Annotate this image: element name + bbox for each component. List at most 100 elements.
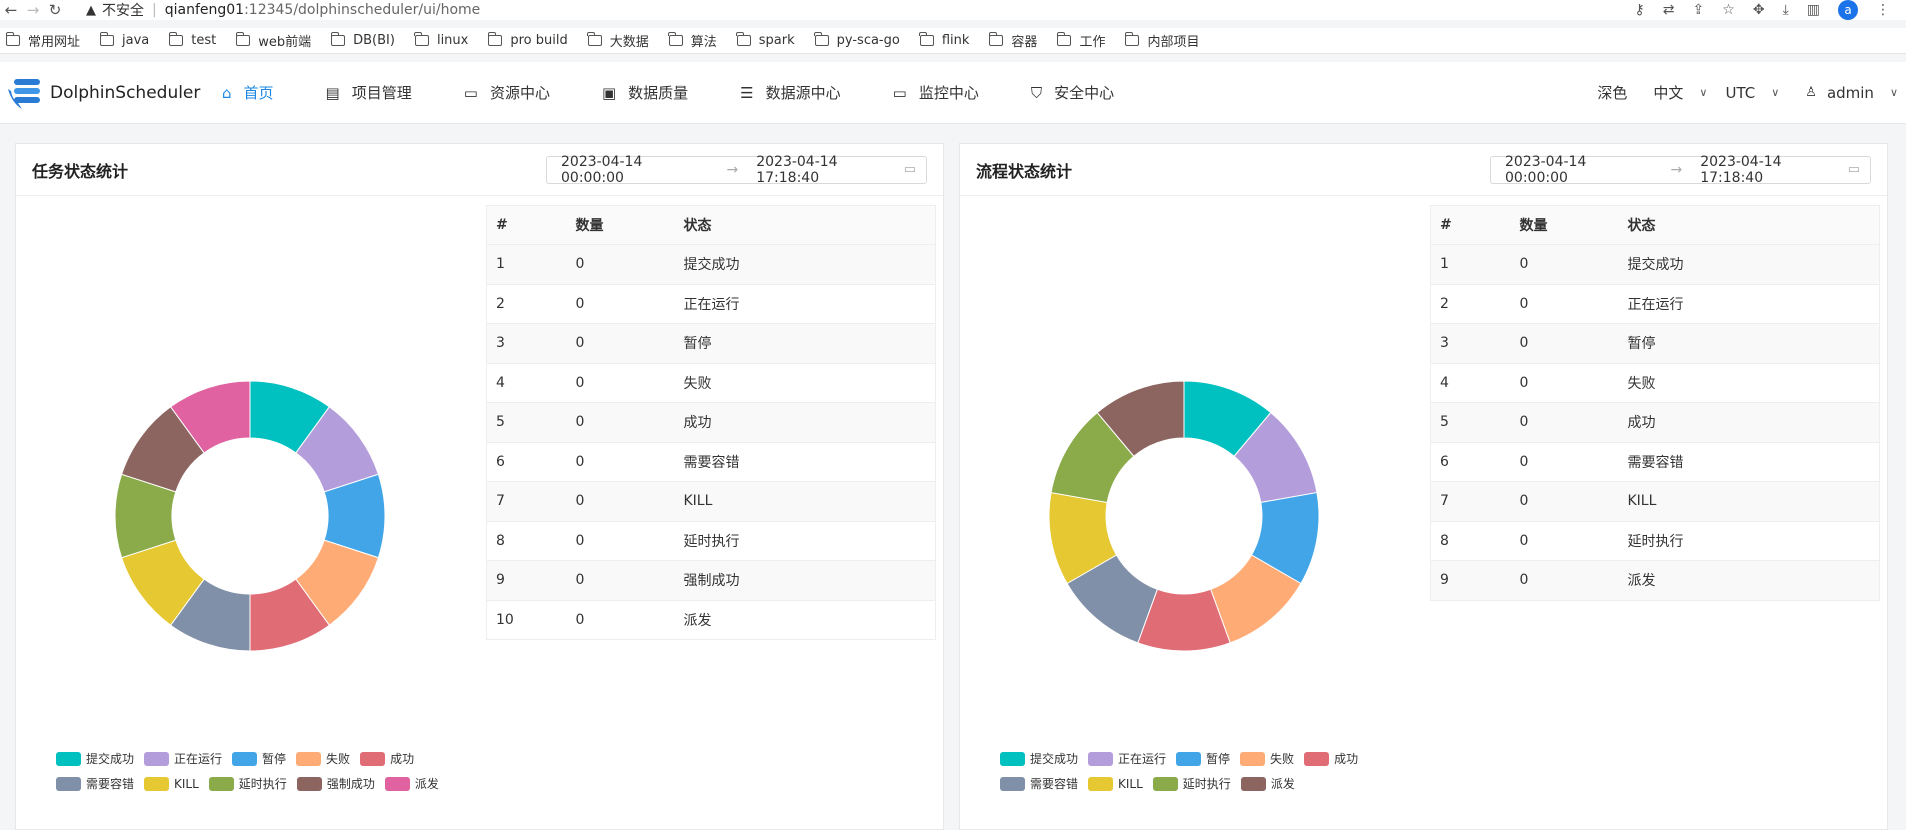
legend-item[interactable]: KILL (1088, 775, 1143, 792)
card-title: 任务状态统计 (32, 161, 129, 181)
table-row: 2 0 正在运行 (486, 284, 936, 324)
table-row: 1 0 提交成功 (486, 244, 936, 285)
folder-icon (668, 32, 683, 46)
legend-item[interactable]: 暂停 (1176, 750, 1230, 767)
date-range-picker[interactable]: 2023-04-14 00:00:00 → 2023-04-14 17:18:4… (546, 154, 927, 186)
legend-item[interactable]: 成功 (1304, 750, 1358, 767)
reload-icon[interactable]: ↻ (44, 1, 66, 19)
legend-item[interactable]: KILL (144, 775, 199, 792)
bookmark-item[interactable]: 常用网址 (5, 31, 80, 50)
process-donut-chart (1048, 380, 1320, 652)
bookmark-item[interactable]: flink (919, 32, 970, 48)
menu-item[interactable]: ⌂ 首页 (222, 82, 274, 103)
legend-item[interactable]: 失败 (1240, 750, 1294, 767)
language-select[interactable]: 中文 ∨ (1653, 82, 1707, 103)
shield-icon: ⛉ (1030, 83, 1043, 102)
bookmark-item[interactable]: web前端 (235, 31, 311, 50)
calendar-icon[interactable]: ▭ (904, 162, 916, 177)
table-cell: 0 (1510, 521, 1619, 561)
table-cell: 6 (486, 442, 567, 482)
home-icon: ⌂ (222, 83, 232, 102)
legend-swatch (144, 751, 170, 766)
range-end[interactable]: 2023-04-14 17:18:40 (1700, 154, 1847, 186)
legend-item[interactable]: 正在运行 (1088, 750, 1166, 767)
bookmark-label: flink (941, 33, 970, 48)
bookmark-item[interactable]: spark (736, 32, 795, 48)
chevron-down-icon: ∨ (1699, 86, 1708, 99)
menu-item[interactable]: ▭ 监控中心 (893, 82, 979, 103)
bookmark-item[interactable]: 大数据 (587, 31, 649, 50)
table-row: 5 0 成功 (1430, 402, 1880, 443)
table-cell: 0 (566, 442, 675, 482)
legend-item[interactable]: 正在运行 (144, 750, 222, 767)
folder-icon (168, 32, 184, 46)
bookmark-item[interactable]: test (168, 32, 216, 48)
share-icon[interactable]: ⇪ (1693, 2, 1705, 18)
table-cell: 10 (486, 600, 567, 640)
bookmark-label: 大数据 (609, 35, 649, 50)
legend-swatch (1240, 776, 1266, 791)
translate-icon[interactable]: ⇄ (1663, 2, 1675, 18)
process-status-table: # 数量 状态 1 0 提交成功 2 0 正在运行 3 0 暂停 4 0 失败 5 0 成功 6 0 需要容错 7 0 KIL… (1430, 205, 1880, 601)
table-row: 6 0 需要容错 (1430, 442, 1880, 482)
menu-item[interactable]: ▣ 数据质量 (602, 82, 688, 103)
legend-item[interactable]: 暂停 (232, 750, 286, 767)
bookmark-item[interactable]: pro build (487, 32, 568, 48)
table-cell: 0 (1510, 560, 1619, 601)
legend-label: 成功 (1334, 752, 1359, 766)
user-menu[interactable]: ♙ admin ∨ (1805, 84, 1898, 102)
menu-item[interactable]: ⛉ 安全中心 (1031, 82, 1114, 103)
star-icon[interactable]: ☆ (1722, 2, 1735, 18)
table-cell: 延时执行 (1618, 521, 1880, 561)
legend-item[interactable]: 提交成功 (1000, 750, 1078, 767)
menu-item[interactable]: ▭ 资源中心 (464, 82, 550, 103)
legend-item[interactable]: 延时执行 (1152, 775, 1231, 792)
date-range-picker[interactable]: 2023-04-14 00:00:00 → 2023-04-14 17:18:4… (1490, 154, 1871, 186)
menu-item[interactable]: ☰ 数据源中心 (740, 82, 840, 103)
table-cell: 0 (566, 521, 675, 561)
download-icon[interactable]: ⤓ (1783, 2, 1789, 18)
extension-icon[interactable]: ✥ (1753, 2, 1765, 18)
legend-item[interactable]: 强制成功 (296, 775, 375, 792)
legend-item[interactable]: 需要容错 (56, 775, 134, 792)
timezone-select[interactable]: UTC ∨ (1725, 84, 1779, 102)
bookmark-item[interactable]: java (99, 32, 149, 48)
legend-item[interactable]: 提交成功 (56, 750, 134, 767)
legend-item[interactable]: 派发 (1240, 775, 1295, 792)
key-icon[interactable]: ⚷ (1635, 2, 1645, 18)
forward-icon[interactable]: → (22, 1, 44, 19)
table-row: 1 0 提交成功 (1430, 244, 1880, 285)
calendar-icon[interactable]: ▭ (1848, 162, 1860, 177)
range-start[interactable]: 2023-04-14 00:00:00 (1505, 154, 1652, 186)
theme-toggle[interactable]: 深色 (1597, 82, 1627, 103)
menu-item[interactable]: ▤ 项目管理 (326, 82, 412, 103)
more-menu-icon[interactable]: ⋮ (1876, 2, 1890, 18)
sidepanel-icon[interactable]: ▥ (1807, 2, 1820, 18)
bookmark-label: pro build (510, 33, 568, 48)
legend-item[interactable]: 失败 (296, 750, 350, 767)
table-row: 2 0 正在运行 (1430, 284, 1880, 324)
range-end[interactable]: 2023-04-14 17:18:40 (756, 154, 903, 186)
back-icon[interactable]: ← (0, 1, 22, 19)
bookmark-item[interactable]: DB(BI) (330, 32, 395, 48)
legend-label: 延时执行 (238, 777, 287, 791)
address-bar[interactable]: ▲ 不安全 | qianfeng01:12345/dolphinschedule… (86, 0, 480, 20)
legend-item[interactable]: 延时执行 (208, 775, 287, 792)
bookmark-item[interactable]: 容器 (988, 31, 1037, 50)
range-start[interactable]: 2023-04-14 00:00:00 (561, 154, 708, 186)
legend-swatch (1000, 751, 1025, 766)
bookmark-item[interactable]: 内部项目 (1124, 31, 1199, 50)
legend-item[interactable]: 派发 (384, 775, 439, 792)
legend-item[interactable]: 成功 (360, 750, 414, 767)
bookmark-item[interactable]: 算法 (668, 31, 717, 50)
table-row: 7 0 KILL (1430, 481, 1880, 522)
table-cell: 0 (1510, 442, 1619, 482)
legend-swatch (384, 776, 410, 791)
bookmark-item[interactable]: linux (414, 32, 468, 48)
bookmark-label: py-sca-go (836, 33, 900, 48)
profile-avatar[interactable]: a (1838, 0, 1858, 20)
bookmark-item[interactable]: 工作 (1056, 31, 1105, 50)
bookmark-item[interactable]: py-sca-go (814, 32, 900, 48)
app-logo[interactable]: DolphinScheduler (6, 73, 206, 113)
legend-item[interactable]: 需要容错 (1000, 775, 1078, 792)
